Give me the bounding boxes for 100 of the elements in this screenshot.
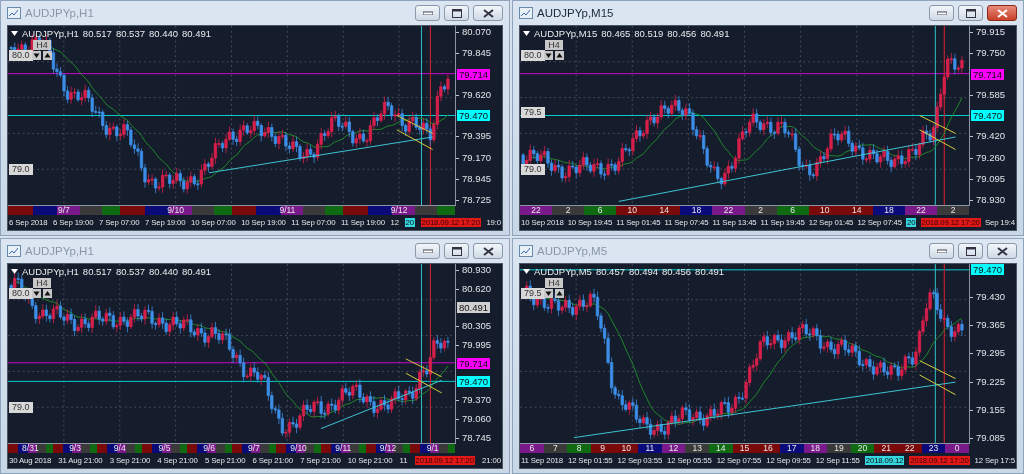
down-arrow-icon[interactable] bbox=[544, 289, 553, 298]
price-label: 79.060 bbox=[456, 413, 502, 425]
price-value: 80.517 bbox=[82, 28, 112, 39]
session-label: 10 bbox=[616, 206, 649, 215]
close-button[interactable] bbox=[473, 5, 503, 21]
session-label: 22 bbox=[898, 444, 922, 453]
minimize-icon bbox=[422, 11, 433, 15]
session-label: 18 bbox=[680, 206, 713, 215]
maximize-button[interactable] bbox=[444, 243, 469, 259]
level-label: 79.0 bbox=[9, 164, 33, 175]
session-label: 6 bbox=[584, 206, 617, 215]
price-label: 78.745 bbox=[456, 432, 502, 444]
session-label: 22 bbox=[712, 206, 745, 215]
price-value: 80.491 bbox=[695, 266, 725, 277]
up-arrow-icon[interactable] bbox=[555, 51, 564, 60]
timeframe-label: H4 bbox=[33, 278, 51, 288]
price-label: 80.930 bbox=[456, 264, 502, 276]
price-label: 78.930 bbox=[970, 194, 1016, 206]
level-label: 80.0 bbox=[9, 288, 33, 299]
price-tag: 79.470 bbox=[457, 376, 491, 387]
chart-symbol: AUDJPYp,M5 bbox=[534, 266, 592, 277]
chart-window-icon bbox=[7, 7, 21, 19]
price-label: 79.750 bbox=[970, 47, 1016, 60]
price-tag: 79.470 bbox=[457, 110, 491, 121]
window-title: AUDJPYp,H1 bbox=[25, 245, 95, 257]
session-label: 2 bbox=[937, 206, 970, 215]
price-tag: 79.470 bbox=[971, 264, 1005, 275]
session-label: 11 bbox=[638, 444, 662, 453]
up-arrow-icon[interactable] bbox=[43, 289, 52, 298]
timeframe-label: H4 bbox=[545, 278, 563, 288]
maximize-icon bbox=[965, 8, 976, 18]
price-label: 79.095 bbox=[970, 172, 1016, 185]
price-value: 80.537 bbox=[115, 28, 145, 39]
session-label: 9/7 bbox=[8, 206, 120, 215]
up-arrow-icon[interactable] bbox=[555, 289, 564, 298]
close-button[interactable] bbox=[987, 5, 1017, 21]
price-value: 80.440 bbox=[148, 28, 179, 39]
level-label: 80.0 bbox=[9, 50, 33, 61]
maximize-icon bbox=[451, 8, 462, 18]
session-label: 12 bbox=[661, 444, 686, 453]
up-arrow-icon[interactable] bbox=[43, 51, 52, 60]
down-arrow-icon[interactable] bbox=[32, 51, 41, 60]
minimize-icon bbox=[936, 11, 947, 15]
maximize-button[interactable] bbox=[958, 243, 983, 259]
price-label: 79.170 bbox=[456, 151, 502, 164]
session-label: 9/1 bbox=[410, 444, 456, 453]
session-label: 14 bbox=[840, 206, 873, 215]
session-label: 19 bbox=[827, 444, 851, 453]
caret-icon[interactable] bbox=[11, 31, 18, 36]
price-label: 80.305 bbox=[456, 320, 502, 332]
close-button[interactable] bbox=[473, 243, 503, 259]
price-tag: 79.714 bbox=[457, 68, 491, 80]
caret-icon[interactable] bbox=[523, 31, 530, 36]
close-icon bbox=[996, 8, 1008, 18]
price-label: 78.945 bbox=[456, 172, 502, 185]
timeframe-label: H4 bbox=[33, 40, 51, 50]
close-button[interactable] bbox=[987, 243, 1017, 259]
minimize-icon bbox=[422, 249, 433, 253]
session-label: 14 bbox=[709, 444, 733, 453]
price-label: 79.085 bbox=[970, 431, 1016, 444]
down-arrow-icon[interactable] bbox=[32, 289, 41, 298]
price-label: 78.725 bbox=[456, 194, 502, 206]
session-label: 20 bbox=[850, 444, 875, 453]
session-label: 13 bbox=[685, 444, 709, 453]
session-label: 9/10 bbox=[276, 444, 321, 453]
caret-icon[interactable] bbox=[11, 269, 18, 274]
price-label: 79.620 bbox=[456, 88, 502, 101]
session-label: 15 bbox=[732, 444, 757, 453]
session-label: 9/3 bbox=[52, 444, 98, 453]
price-label: 79.585 bbox=[970, 88, 1016, 101]
close-icon bbox=[482, 246, 494, 256]
price-value: 80.456 bbox=[667, 28, 697, 39]
price-value: 80.517 bbox=[82, 266, 112, 277]
session-label: 9/5 bbox=[142, 444, 187, 453]
price-tag: 79.470 bbox=[971, 110, 1005, 121]
session-label: 22 bbox=[904, 206, 937, 215]
level-label: 79.0 bbox=[9, 402, 33, 413]
minimize-icon bbox=[936, 249, 947, 253]
level-label: 79.5 bbox=[521, 288, 545, 299]
down-arrow-icon[interactable] bbox=[544, 51, 553, 60]
price-value: 80.537 bbox=[115, 266, 145, 277]
price-value: 80.440 bbox=[148, 266, 179, 277]
maximize-button[interactable] bbox=[958, 5, 983, 21]
session-label: 6 bbox=[520, 444, 544, 453]
price-label: 79.295 bbox=[970, 347, 1016, 360]
level-label: 79.0 bbox=[521, 164, 545, 175]
price-value: 80.457 bbox=[595, 266, 625, 277]
session-label: 0 bbox=[945, 444, 969, 453]
maximize-button[interactable] bbox=[444, 5, 469, 21]
session-label: 7 bbox=[543, 444, 568, 453]
price-value: 80.491 bbox=[182, 266, 212, 277]
session-label: 14 bbox=[648, 206, 681, 215]
price-label: 79.155 bbox=[970, 403, 1016, 416]
session-label: 17 bbox=[779, 444, 804, 453]
price-value: 80.465 bbox=[601, 28, 631, 39]
price-value: 80.491 bbox=[182, 28, 212, 39]
price-tag: 79.714 bbox=[457, 358, 491, 369]
chart-window-icon bbox=[519, 245, 533, 257]
caret-icon[interactable] bbox=[523, 269, 530, 274]
price-label: 79.430 bbox=[970, 291, 1016, 304]
